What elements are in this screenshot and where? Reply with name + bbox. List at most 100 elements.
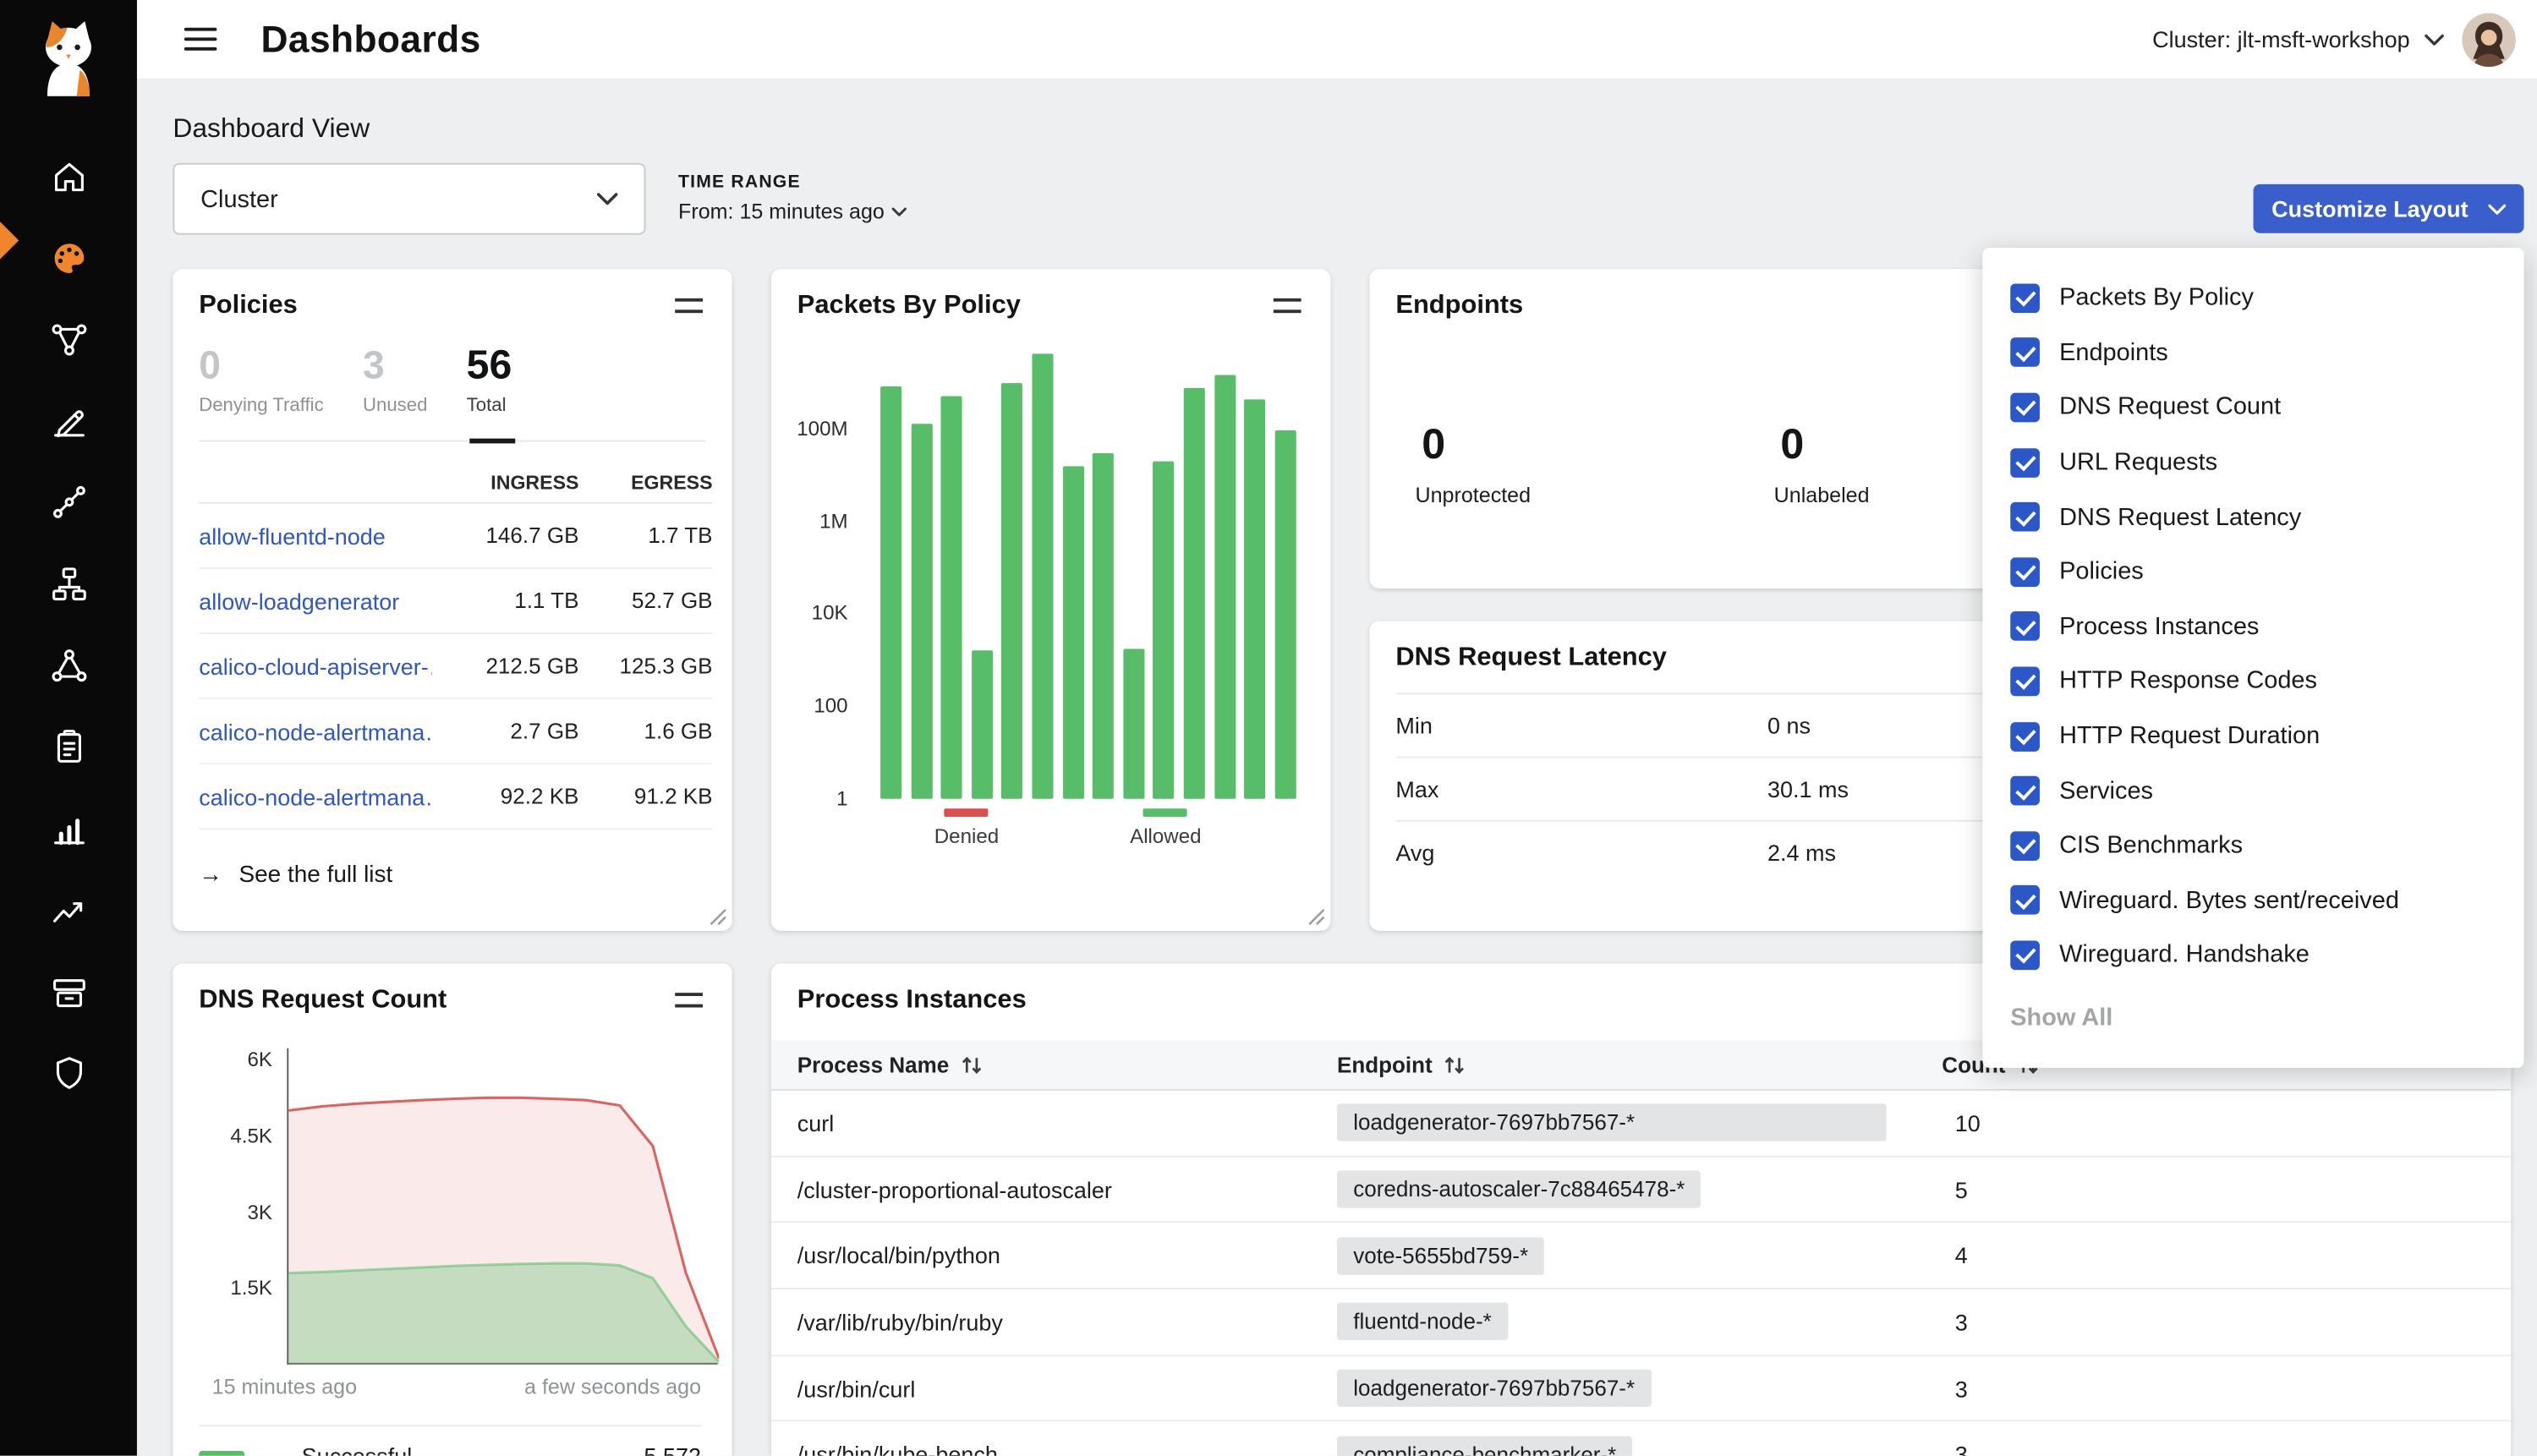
checkbox-icon[interactable] — [2010, 612, 2040, 642]
checkbox-icon[interactable] — [2010, 666, 2040, 696]
customize-menu-item[interactable]: Process Instances — [1982, 599, 2523, 654]
checkbox-icon[interactable] — [2010, 831, 2040, 861]
sidebar-item-threat-defense[interactable] — [48, 1054, 89, 1094]
endpoint-cell: loadgenerator-7697bb7567-* — [1337, 1370, 1915, 1407]
see-full-list-link[interactable]: → See the full list — [199, 862, 392, 889]
policies-tab-total[interactable]: 56 Total — [467, 341, 512, 441]
view-select-value: Cluster — [200, 185, 278, 213]
menu-item-label: HTTP Response Codes — [2059, 667, 2317, 695]
customize-menu-item[interactable]: URL Requests — [1982, 435, 2523, 490]
sidebar-item-network-sets[interactable] — [48, 564, 89, 605]
customize-menu-item[interactable]: HTTP Request Duration — [1982, 709, 2523, 764]
legend-item-allowed[interactable]: Allowed — [1130, 808, 1201, 847]
sidebar-item-activity[interactable] — [48, 808, 89, 849]
packets-bar — [1153, 461, 1175, 799]
customize-menu-item[interactable]: Packets By Policy — [1982, 271, 2523, 326]
packets-by-policy-card: Packets By Policy 100M1M10K1001 Denied A… — [771, 269, 1330, 931]
drag-handle-icon[interactable] — [675, 993, 703, 1007]
endpoints-unlabeled-stat[interactable]: 0 Unlabeled — [1774, 419, 1870, 507]
resize-handle-icon[interactable] — [1307, 908, 1325, 926]
sidebar-item-timeline[interactable] — [48, 890, 89, 931]
stat-value: 3 — [363, 344, 427, 388]
column-header-endpoint[interactable]: Endpoint — [1337, 1053, 1915, 1077]
policy-name-link[interactable]: allow-loadgenerator — [199, 588, 432, 614]
customize-menu-item[interactable]: DNS Request Count — [1982, 380, 2523, 435]
menu-toggle-button[interactable] — [184, 27, 217, 52]
stat-value: 56 — [467, 344, 512, 388]
shield-icon — [48, 1054, 89, 1094]
checkbox-icon[interactable] — [2010, 393, 2040, 423]
drag-handle-icon[interactable] — [675, 298, 703, 313]
checkbox-icon[interactable] — [2010, 776, 2040, 806]
y-axis-tick-label: 4.5K — [230, 1123, 272, 1149]
process-name: /usr/bin/kube-bench — [771, 1442, 1337, 1456]
dns-legend-row-successful[interactable]: Successful 5,572 — [199, 1425, 701, 1456]
sidebar-item-compliance[interactable] — [48, 727, 89, 768]
sidebar-item-policies[interactable] — [48, 401, 89, 441]
customize-menu-item[interactable]: Wireguard. Bytes sent/received — [1982, 873, 2523, 928]
customize-menu-item[interactable]: DNS Request Latency — [1982, 490, 2523, 545]
column-header-label: Process Name — [797, 1053, 949, 1077]
policy-name-link[interactable]: allow-fluentd-node — [199, 523, 432, 549]
endpoint-chip[interactable]: loadgenerator-7697bb7567-* — [1337, 1370, 1651, 1407]
legend-item-denied[interactable]: Denied — [934, 808, 999, 847]
endpoint-chip[interactable]: fluentd-node-* — [1337, 1303, 1508, 1340]
endpoint-chip[interactable]: compliance-benchmarker-* — [1337, 1436, 1633, 1456]
legend-value: 5,572 — [644, 1442, 701, 1455]
time-range-value: From: 15 minutes ago — [678, 199, 885, 223]
calico-logo[interactable] — [31, 16, 107, 101]
column-header-process-name[interactable]: Process Name — [771, 1053, 1337, 1077]
packets-bar — [880, 386, 901, 798]
cluster-selector[interactable]: Cluster: jlt-msft-workshop — [2152, 26, 2444, 52]
sidebar-item-image-assurance[interactable] — [48, 972, 89, 1012]
policy-row: calico-node-alertmana…92.2 KB91.2 KB — [199, 764, 712, 829]
sidebar-item-dashboards[interactable] — [48, 238, 89, 278]
policy-egress-value: 125.3 GB — [578, 654, 712, 678]
checkbox-icon[interactable] — [2010, 886, 2040, 916]
latency-label: Max — [1395, 776, 1438, 802]
header-right: Cluster: jlt-msft-workshop — [2152, 12, 2516, 66]
packets-bar — [1062, 467, 1083, 799]
customize-menu-item[interactable]: Services — [1982, 764, 2523, 818]
dashboard-view-select[interactable]: Cluster — [173, 163, 645, 235]
packets-bar — [1002, 383, 1023, 799]
drag-handle-icon[interactable] — [1274, 298, 1301, 313]
endpoint-chip[interactable]: vote-5655bd759-* — [1337, 1237, 1545, 1274]
sidebar-item-home[interactable] — [48, 156, 89, 197]
customize-menu-item[interactable]: Wireguard. Handshake — [1982, 928, 2523, 983]
checkbox-icon[interactable] — [2010, 447, 2040, 477]
policies-tab-denying-traffic[interactable]: 0 Denying Traffic — [199, 341, 323, 441]
latency-label: Min — [1395, 713, 1433, 739]
checkbox-icon[interactable] — [2010, 283, 2040, 313]
customize-menu-item[interactable]: CIS Benchmarks — [1982, 818, 2523, 873]
customize-layout-button[interactable]: Customize Layout — [2254, 184, 2524, 233]
chevron-down-icon — [893, 206, 907, 216]
sidebar-item-clusters[interactable] — [48, 645, 89, 686]
sidebar-nav — [48, 156, 89, 1094]
sidebar-item-endpoints[interactable] — [48, 483, 89, 523]
customize-menu-item[interactable]: Endpoints — [1982, 326, 2523, 380]
checkbox-icon[interactable] — [2010, 502, 2040, 532]
sidebar-item-service-graph[interactable] — [48, 320, 89, 360]
resize-handle-icon[interactable] — [710, 908, 727, 926]
stat-label: Denying Traffic — [199, 397, 323, 416]
stat-label: Unlabeled — [1774, 483, 1870, 507]
policy-name-link[interactable]: calico-cloud-apiserver-… — [199, 653, 432, 679]
user-avatar[interactable] — [2462, 12, 2516, 66]
customize-menu-item[interactable]: HTTP Response Codes — [1982, 654, 2523, 709]
policy-name-link[interactable]: calico-node-alertmana… — [199, 783, 432, 809]
stat-value: 0 — [199, 344, 323, 388]
checkbox-icon[interactable] — [2010, 721, 2040, 751]
time-range-control[interactable]: TIME RANGE From: 15 minutes ago — [678, 172, 907, 223]
policies-tab-unused[interactable]: 3 Unused — [363, 341, 427, 441]
checkbox-icon[interactable] — [2010, 940, 2040, 970]
service-graph-icon — [48, 320, 89, 360]
checkbox-icon[interactable] — [2010, 557, 2040, 587]
show-all-link[interactable]: Show All — [1982, 983, 2523, 1032]
endpoint-chip[interactable]: coredns-autoscaler-7c88465478-* — [1337, 1170, 1701, 1207]
endpoint-chip[interactable]: loadgenerator-7697bb7567-* — [1337, 1104, 1887, 1141]
customize-menu-item[interactable]: Policies — [1982, 545, 2523, 599]
policy-name-link[interactable]: calico-node-alertmana… — [199, 718, 432, 744]
checkbox-icon[interactable] — [2010, 338, 2040, 368]
endpoints-unprotected-stat[interactable]: 0 Unprotected — [1416, 419, 1532, 507]
